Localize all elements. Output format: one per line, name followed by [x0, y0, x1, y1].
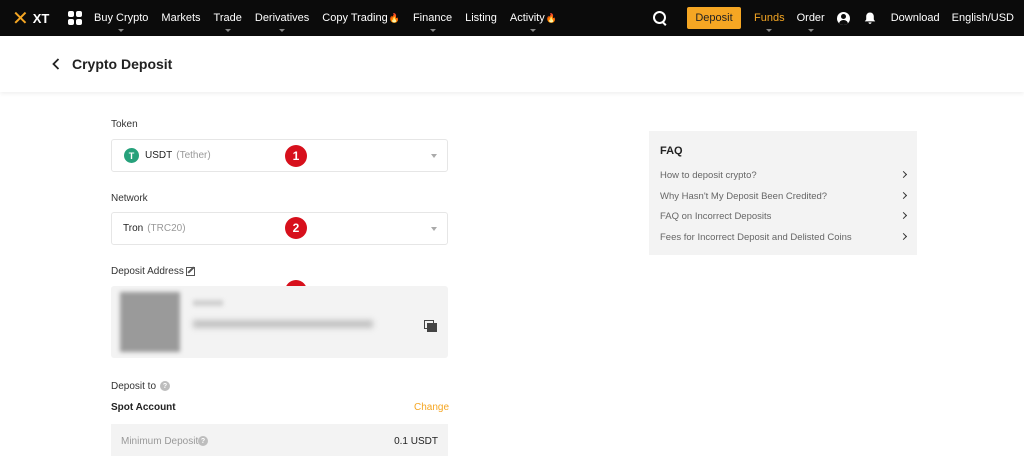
- account-name: Spot Account: [111, 402, 176, 413]
- address-text-blurred: [193, 320, 373, 328]
- deposit-to-label: Deposit to: [111, 381, 157, 392]
- faq-panel: FAQ How to deposit crypto? Why Hasn't My…: [649, 131, 917, 255]
- chevron-down-icon: [224, 29, 231, 32]
- chevron-down-icon: [118, 29, 125, 32]
- network-label: Network: [111, 193, 148, 204]
- chevron-down-icon: [429, 29, 436, 32]
- faq-item[interactable]: Fees for Incorrect Deposit and Delisted …: [660, 229, 908, 245]
- token-label: Token: [111, 119, 138, 130]
- chevron-right-icon: [899, 191, 908, 200]
- deposit-address-label: Deposit Address: [111, 266, 184, 277]
- network-sub: (TRC20): [147, 223, 186, 234]
- nav-activity[interactable]: Activity 🔥: [510, 0, 557, 36]
- faq-item[interactable]: FAQ on Incorrect Deposits: [660, 208, 908, 224]
- copy-icon[interactable]: [424, 320, 437, 332]
- caret-down-icon: [431, 154, 437, 158]
- order-menu[interactable]: Order: [797, 0, 825, 36]
- token-symbol: USDT: [145, 150, 173, 161]
- token-select[interactable]: T USDT (Tether): [111, 139, 448, 172]
- chevron-right-icon: [899, 232, 908, 241]
- chevron-down-icon: [766, 29, 773, 32]
- download-link[interactable]: Download: [891, 0, 940, 36]
- top-right-actions: Deposit Funds Order Download English/USD: [651, 0, 1014, 36]
- nav-trade[interactable]: Trade: [214, 0, 242, 36]
- chevron-down-icon: [279, 29, 286, 32]
- deposit-address-box: [111, 286, 448, 358]
- network-name: Tron: [123, 223, 144, 234]
- fire-icon: 🔥: [545, 12, 557, 23]
- chevron-right-icon: [899, 170, 908, 179]
- help-icon[interactable]: ?: [198, 436, 208, 446]
- nav-listing[interactable]: Listing: [465, 0, 497, 36]
- back-arrow-icon[interactable]: [52, 57, 64, 71]
- language-currency-selector[interactable]: English/USD: [952, 0, 1014, 36]
- logo-text: XT: [32, 10, 50, 26]
- page-header: Crypto Deposit: [0, 36, 1024, 92]
- address-caption-blurred: [193, 300, 223, 306]
- xt-logo-mark-icon: ✕: [12, 6, 29, 30]
- change-account-link[interactable]: Change: [414, 402, 449, 413]
- nav-finance[interactable]: Finance: [413, 0, 452, 36]
- main-nav: Buy Crypto Markets Trade Derivatives Cop…: [94, 0, 570, 36]
- faq-item[interactable]: Why Hasn't My Deposit Been Credited?: [660, 188, 908, 204]
- chevron-down-icon: [807, 29, 814, 32]
- user-avatar-icon[interactable]: [836, 11, 850, 25]
- token-name: (Tether): [176, 150, 211, 161]
- fire-icon: 🔥: [388, 12, 400, 23]
- minimum-deposit-label: Minimum Deposit: [121, 436, 199, 447]
- minimum-deposit-value: 0.1 USDT: [394, 436, 438, 447]
- caret-down-icon: [431, 227, 437, 231]
- nav-derivatives[interactable]: Derivatives: [255, 0, 309, 36]
- xt-logo[interactable]: ✕ XT: [12, 8, 62, 28]
- network-select[interactable]: Tron (TRC20): [111, 212, 448, 245]
- faq-title: FAQ: [660, 145, 683, 157]
- step-badge-1: 1: [285, 145, 307, 167]
- chevron-down-icon: [530, 29, 537, 32]
- search-icon[interactable]: [651, 9, 669, 27]
- help-icon[interactable]: ?: [160, 381, 170, 391]
- funds-menu[interactable]: Funds: [754, 0, 785, 36]
- minimum-deposit-row: Minimum Deposit ? 0.1 USDT: [111, 424, 448, 456]
- top-nav-bar: ✕ XT Buy Crypto Markets Trade Derivative…: [0, 0, 1024, 36]
- chevron-right-icon: [899, 211, 908, 220]
- step-badge-2: 2: [285, 217, 307, 239]
- bell-icon[interactable]: [864, 12, 877, 25]
- deposit-button[interactable]: Deposit: [687, 7, 742, 29]
- page-title: Crypto Deposit: [72, 56, 173, 72]
- nav-buy-crypto[interactable]: Buy Crypto: [94, 0, 148, 36]
- qr-code-blurred: [120, 292, 180, 352]
- tether-icon: T: [124, 148, 139, 163]
- nav-markets[interactable]: Markets: [161, 0, 200, 36]
- edit-icon[interactable]: [186, 267, 195, 276]
- apps-grid-icon[interactable]: [68, 11, 82, 25]
- nav-copy-trading[interactable]: Copy Trading 🔥: [322, 0, 400, 36]
- faq-item[interactable]: How to deposit crypto?: [660, 167, 908, 183]
